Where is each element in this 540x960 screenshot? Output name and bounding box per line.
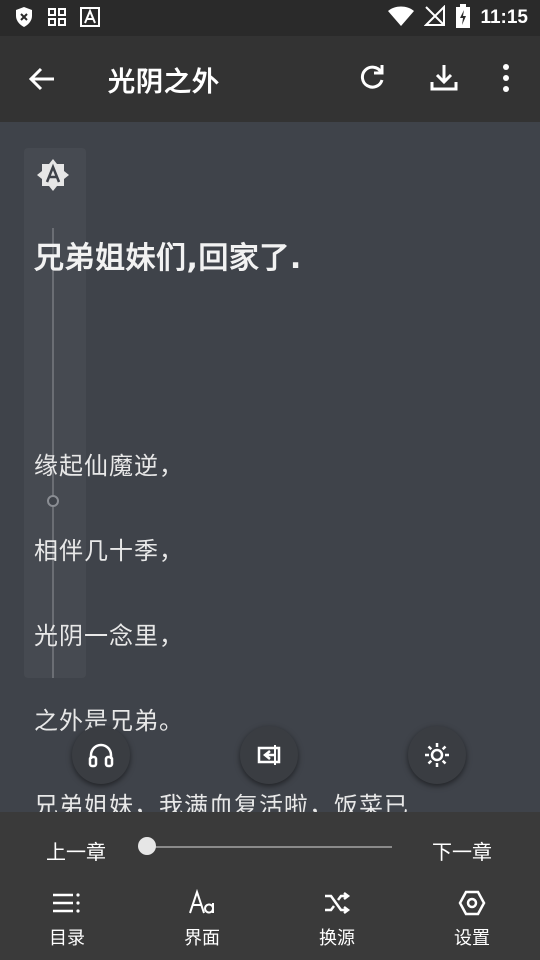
status-left-icons bbox=[14, 6, 100, 32]
bottom-menu: 上一章 下一章 目录 界面 换源 设置 bbox=[0, 812, 540, 960]
top-toolbar: 光阴之外 bbox=[0, 36, 540, 122]
brightness-icon bbox=[425, 743, 449, 767]
shuffle-icon bbox=[325, 892, 351, 914]
text-line: 相伴几十季， bbox=[34, 537, 184, 565]
brightness-slider-thumb[interactable] bbox=[47, 495, 59, 507]
prev-chapter-button[interactable]: 上一章 bbox=[46, 836, 106, 865]
back-button[interactable] bbox=[26, 62, 60, 96]
headphones-icon bbox=[88, 743, 114, 768]
status-time: 11:15 bbox=[480, 7, 528, 28]
nav-label: 设置 bbox=[454, 928, 490, 949]
brightness-panel bbox=[24, 148, 86, 678]
refresh-button[interactable] bbox=[356, 62, 388, 94]
download-button[interactable] bbox=[428, 62, 460, 94]
grid-icon bbox=[48, 8, 66, 30]
chapter-progress-track[interactable] bbox=[148, 846, 392, 848]
more-button[interactable] bbox=[494, 62, 518, 94]
shield-x-icon bbox=[14, 6, 34, 32]
night-mode-button[interactable] bbox=[408, 726, 466, 784]
list-icon bbox=[53, 893, 80, 913]
download-icon bbox=[430, 65, 458, 91]
replace-rule-button[interactable] bbox=[240, 726, 298, 784]
nav-settings[interactable]: 设置 bbox=[422, 888, 522, 950]
text-line: 光阴一念里， bbox=[34, 622, 184, 650]
book-title: 光阴之外 bbox=[108, 67, 220, 98]
no-signal-icon bbox=[424, 4, 446, 31]
chapter-progress-thumb[interactable] bbox=[138, 837, 156, 855]
nav-label: 换源 bbox=[319, 928, 355, 949]
read-aloud-button[interactable] bbox=[72, 726, 130, 784]
chapter-title: 兄弟姐妹们,回家了. bbox=[34, 241, 302, 276]
auto-brightness-button[interactable] bbox=[36, 158, 70, 192]
more-vertical-icon bbox=[503, 64, 509, 92]
nav-label: 目录 bbox=[49, 928, 85, 949]
battery-charging-icon bbox=[456, 4, 471, 32]
font-style-icon bbox=[189, 889, 214, 914]
nav-label: 界面 bbox=[184, 928, 220, 949]
replace-icon bbox=[257, 745, 281, 765]
nav-interface[interactable]: 界面 bbox=[152, 888, 252, 950]
next-chapter-button[interactable]: 下一章 bbox=[432, 836, 492, 865]
wifi-icon bbox=[388, 5, 415, 31]
settings-hex-icon bbox=[458, 890, 486, 916]
nav-change-source[interactable]: 换源 bbox=[287, 888, 387, 950]
status-bar: 11:15 bbox=[0, 0, 540, 36]
auto-brightness-icon bbox=[37, 159, 69, 191]
arrow-back-icon bbox=[28, 67, 54, 91]
font-a-icon bbox=[80, 7, 100, 31]
status-right-icons: 11:15 bbox=[388, 4, 528, 32]
refresh-icon bbox=[360, 65, 384, 89]
text-line: 缘起仙魔逆， bbox=[34, 452, 184, 480]
nav-catalog[interactable]: 目录 bbox=[17, 888, 117, 950]
